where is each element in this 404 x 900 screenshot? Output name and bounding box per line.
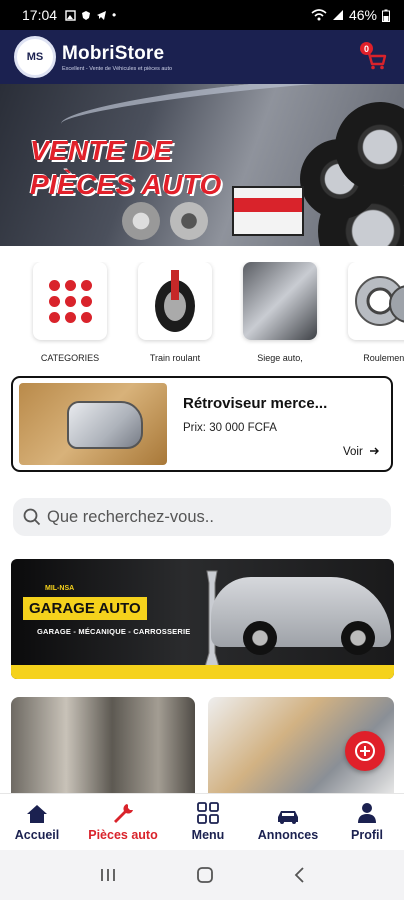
battery-percent: 46%	[348, 7, 377, 23]
category-item-train-roulant[interactable]: Train roulant	[136, 262, 214, 363]
nav-label: Annonces	[257, 828, 319, 842]
wrench-icon	[114, 804, 133, 823]
nav-item-pieces-auto[interactable]: Pièces auto	[78, 794, 168, 851]
listing-thumbnail[interactable]	[11, 697, 195, 793]
system-nav-bar	[0, 850, 404, 900]
home-icon	[27, 805, 47, 823]
view-link-label: Voir	[342, 446, 363, 458]
wheel-image	[243, 621, 277, 655]
home-button-icon[interactable]	[196, 866, 214, 884]
battery-image	[232, 186, 304, 236]
garage-banner-title: GARAGE AUTO	[23, 597, 147, 620]
search-bar[interactable]	[13, 498, 391, 536]
view-link[interactable]: Voir	[343, 446, 379, 458]
car-icon	[278, 811, 298, 824]
category-tile	[243, 262, 317, 340]
arrow-right-icon	[370, 447, 379, 455]
banner-title: VENTE DE PIÈCES AUTO	[30, 135, 222, 200]
telegram-icon	[97, 10, 107, 20]
category-item-roulement[interactable]: Roulement	[346, 262, 404, 363]
app-logo[interactable]: MS	[14, 36, 56, 78]
nav-item-menu[interactable]: Menu	[163, 794, 253, 851]
grid-dots-icon	[48, 279, 92, 323]
bottom-nav: Accueil Pièces auto Menu Annonces Profil	[0, 793, 404, 850]
category-tile	[348, 262, 404, 340]
category-label: Roulement	[363, 353, 404, 363]
cart-button[interactable]: 0	[360, 42, 390, 72]
category-label: Train roulant	[149, 353, 201, 363]
wifi-icon	[311, 9, 327, 21]
app-tagline: Excellent - Vente de Véhicules et pièces…	[62, 65, 173, 72]
brake-disc-image	[122, 202, 160, 240]
brand: MobriStore Excellent - Vente de Véhicule…	[62, 43, 172, 72]
app-name: MobriStore	[62, 42, 165, 64]
category-label: CATEGORIES	[40, 353, 100, 363]
plus-circle-icon	[355, 741, 375, 761]
battery-stripe	[234, 198, 302, 212]
featured-product-card[interactable]: Rétroviseur merce... Prix: 30 000 FCFA V…	[11, 376, 393, 472]
category-carousel[interactable]: CATEGORIES Train roulant Siege auto, Rou…	[0, 262, 404, 368]
suspension-image	[155, 270, 195, 332]
product-image	[19, 383, 167, 465]
nav-item-accueil[interactable]: Accueil	[0, 794, 82, 851]
wheel-image	[341, 621, 375, 655]
security-icon	[82, 10, 91, 20]
category-item-siege-auto[interactable]: Siege auto,	[241, 262, 319, 363]
app-header: MS MobriStore Excellent - Vente de Véhic…	[0, 30, 404, 84]
user-icon	[358, 803, 376, 823]
garage-banner-stripe	[11, 665, 394, 679]
gallery-icon	[65, 9, 76, 21]
notification-dot-icon: •	[112, 8, 117, 22]
bearing-image	[355, 276, 404, 326]
menu-grid-icon	[197, 802, 219, 824]
notification-icons: •	[65, 8, 116, 22]
product-price: Prix: 30 000 FCFA	[183, 422, 277, 434]
mirror-image	[67, 401, 143, 449]
status-bar: 17:04 • 46%	[0, 0, 404, 30]
search-input[interactable]	[47, 507, 367, 527]
nav-item-annonces[interactable]: Annonces	[243, 794, 333, 851]
nav-label: Accueil	[14, 828, 60, 842]
nav-label: Pièces auto	[88, 828, 158, 842]
category-tile	[138, 262, 212, 340]
nav-item-profil[interactable]: Profil	[322, 794, 404, 851]
recent-apps-icon[interactable]	[99, 867, 117, 883]
status-right: 46%	[311, 7, 390, 23]
nav-label: Profil	[351, 828, 383, 842]
garage-banner[interactable]: MIL-NSA GARAGE AUTO GARAGE - MÉCANIQUE -…	[11, 559, 394, 679]
cart-count-badge: 0	[360, 42, 373, 55]
add-button[interactable]	[345, 731, 385, 771]
status-time: 17:04	[22, 7, 58, 23]
nav-label: Menu	[191, 828, 225, 842]
back-icon[interactable]	[293, 866, 305, 884]
battery-icon	[382, 9, 390, 22]
clutch-image	[170, 202, 208, 240]
logo-text: MS	[26, 51, 44, 63]
garage-banner-small: MIL-NSA	[45, 585, 75, 592]
garage-banner-subtitle: GARAGE - MÉCANIQUE - CARROSSERIE	[37, 627, 191, 636]
category-tile	[33, 262, 107, 340]
category-item-categories[interactable]: CATEGORIES	[31, 262, 109, 363]
promo-banner[interactable]: VENTE DE PIÈCES AUTO	[0, 84, 404, 246]
product-title: Rétroviseur merce...	[183, 395, 328, 412]
search-icon	[23, 508, 41, 526]
category-label: Siege auto,	[257, 353, 303, 363]
signal-icon	[332, 10, 343, 20]
